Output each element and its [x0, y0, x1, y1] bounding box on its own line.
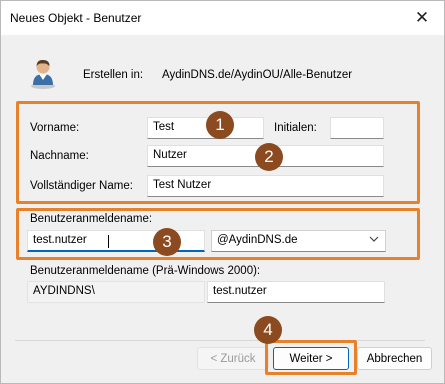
title-bar: Neues Objekt - Benutzer ✕: [1, 1, 444, 35]
create-in-path: AydinDNS.de/AydinOU/Alle-Benutzer: [162, 69, 353, 81]
step-badge-3: 3: [153, 228, 181, 256]
cancel-button[interactable]: Abbrechen: [357, 347, 432, 370]
window-title: Neues Objekt - Benutzer: [10, 11, 142, 25]
user-icon: [30, 57, 56, 89]
pre2000-label: Benutzeranmeldename (Prä-Windows 2000):: [30, 265, 261, 277]
back-button[interactable]: < Zurück: [197, 347, 269, 370]
pre2000-logon-field[interactable]: test.nutzer: [207, 281, 385, 303]
divider: [15, 340, 425, 341]
new-user-dialog: Neues Objekt - Benutzer ✕ Erstellen in: …: [0, 0, 445, 384]
pre2000-domain-field: AYDINDNS\: [27, 281, 205, 303]
step-badge-2: 2: [255, 143, 283, 171]
highlight-logon-fields: [16, 208, 420, 260]
highlight-next-button: [265, 340, 357, 375]
close-icon[interactable]: ✕: [400, 1, 444, 35]
step-badge-1: 1: [206, 111, 234, 139]
create-in-label: Erstellen in:: [83, 69, 144, 81]
step-badge-4: 4: [254, 316, 282, 344]
